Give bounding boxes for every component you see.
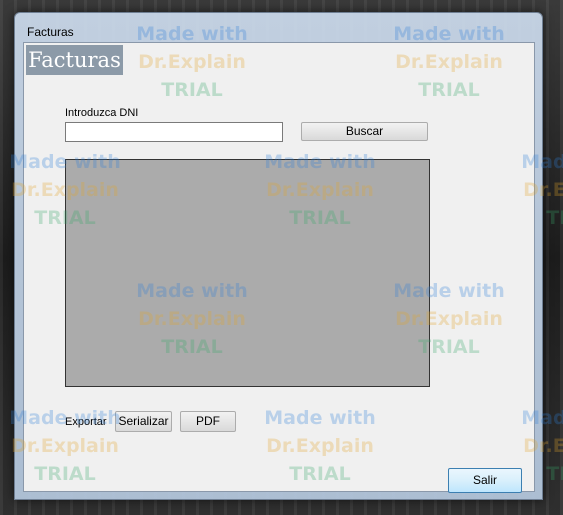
export-label: Exportar [65, 416, 107, 428]
search-button[interactable]: Buscar [301, 122, 428, 141]
invoices-grid[interactable] [65, 159, 430, 387]
window-titlebar[interactable]: Facturas [15, 13, 542, 39]
exit-button[interactable]: Salir [448, 468, 522, 493]
dni-label: Introduzca DNI [65, 107, 139, 119]
window-title: Facturas [27, 25, 74, 39]
facturas-window: Facturas Facturas Introduzca DNI Buscar … [14, 12, 543, 500]
window-client-area: Facturas Introduzca DNI Buscar Exportar … [23, 42, 535, 493]
pdf-button[interactable]: PDF [180, 411, 236, 432]
serialize-button[interactable]: Serializar [115, 411, 172, 432]
dni-input[interactable] [65, 122, 283, 142]
header-logo: Facturas [26, 45, 123, 75]
